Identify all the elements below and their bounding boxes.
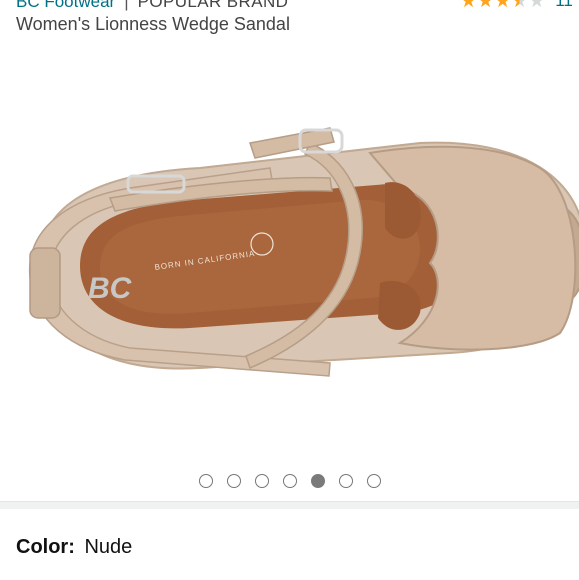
insole-logo: BC — [88, 272, 133, 305]
popular-brand-badge: POPULAR BRAND — [137, 0, 289, 11]
color-selection: Color: Nude — [16, 536, 132, 559]
carousel-dot[interactable] — [282, 474, 297, 488]
brand-separator: | — [124, 0, 129, 11]
color-label: Color: — [16, 536, 75, 558]
star-icon: ★ — [494, 0, 512, 12]
rating-count[interactable]: 11 — [555, 0, 573, 11]
carousel-dot[interactable] — [366, 474, 381, 488]
section-divider — [0, 501, 579, 509]
sandal-illustration: BC BORN IN CALIFORNIA — [28, 127, 579, 377]
carousel-dot[interactable] — [310, 474, 325, 488]
rating-summary[interactable]: ★ ★ ★ ★ ★ 11 — [460, 0, 573, 11]
carousel-dot[interactable] — [226, 474, 241, 488]
brand-link[interactable]: BC Footwear — [16, 0, 115, 11]
carousel-dot[interactable] — [338, 474, 353, 488]
brand-line: BC Footwear | POPULAR BRAND — [16, 0, 288, 12]
product-image[interactable]: BC BORN IN CALIFORNIA — [0, 48, 579, 468]
star-empty-icon: ★ — [528, 0, 546, 12]
color-value: Nude — [84, 536, 133, 558]
star-half-icon: ★ — [511, 0, 528, 11]
carousel-dot[interactable] — [254, 474, 269, 488]
product-title: Women's Lionness Wedge Sandal — [16, 14, 290, 34]
carousel-dot[interactable] — [198, 474, 213, 488]
image-carousel-dots — [0, 474, 579, 488]
star-icon: ★ — [477, 0, 495, 12]
star-icon: ★ — [460, 0, 478, 12]
